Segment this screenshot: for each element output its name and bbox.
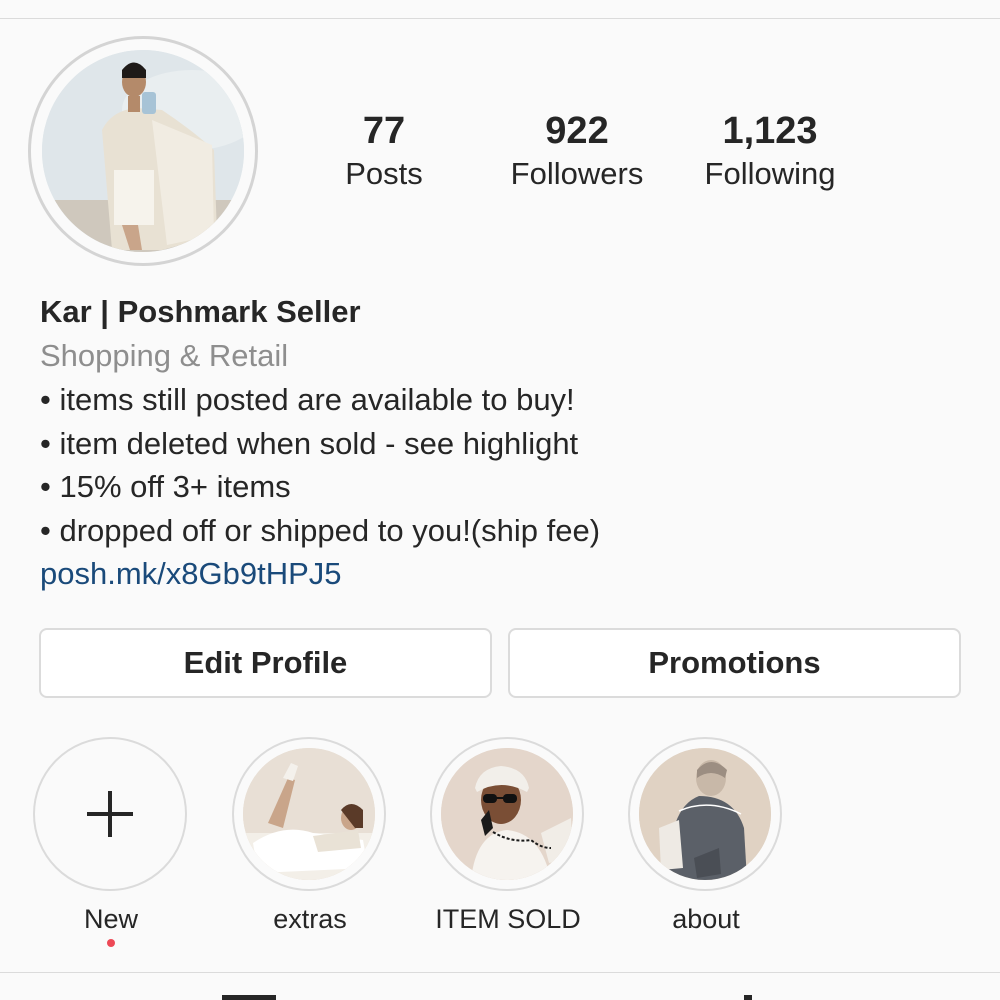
profile-bio: Kar | Poshmark Seller Shopping & Retail … bbox=[40, 290, 980, 596]
highlight-about[interactable]: about bbox=[628, 737, 784, 937]
highlight-label: extras bbox=[273, 904, 347, 934]
new-notification-dot bbox=[107, 939, 115, 947]
posts-count: 77 bbox=[362, 110, 406, 152]
bio-line: • dropped off or shipped to you!(ship fe… bbox=[40, 512, 601, 548]
highlight-label: about bbox=[672, 904, 740, 934]
profile-name: Kar | Poshmark Seller bbox=[40, 294, 361, 329]
woman-lounging-icon bbox=[243, 748, 375, 880]
highlight-item-sold[interactable]: ITEM SOLD bbox=[430, 737, 586, 937]
promotions-button[interactable]: Promotions bbox=[508, 628, 961, 698]
highlight-item-sold-image bbox=[441, 748, 573, 880]
edit-profile-button[interactable]: Edit Profile bbox=[39, 628, 492, 698]
bio-line: • items still posted are available to bu… bbox=[40, 382, 575, 417]
woman-in-jacket-icon bbox=[639, 748, 771, 880]
grid-tab-icon[interactable] bbox=[222, 995, 276, 1000]
posts-label: Posts bbox=[345, 156, 423, 191]
highlight-about-image bbox=[639, 748, 771, 880]
top-divider bbox=[0, 18, 1000, 19]
bio-line: • 15% off 3+ items bbox=[40, 469, 291, 504]
highlight-about-ring bbox=[628, 737, 782, 891]
profile-avatar[interactable] bbox=[28, 36, 258, 266]
highlight-label: ITEM SOLD bbox=[435, 904, 581, 934]
highlight-extras[interactable]: extras bbox=[232, 737, 388, 937]
followers-stat[interactable]: 922 Followers bbox=[487, 108, 667, 194]
profile-category: Shopping & Retail bbox=[40, 338, 289, 373]
followers-count: 922 bbox=[545, 110, 609, 152]
avatar-illustration-icon bbox=[42, 50, 244, 252]
highlight-new-ring bbox=[33, 737, 187, 891]
tab-divider bbox=[0, 972, 1000, 973]
following-stat[interactable]: 1,123 Following bbox=[680, 108, 860, 194]
highlight-extras-ring bbox=[232, 737, 386, 891]
plus-icon bbox=[87, 791, 133, 837]
profile-page: 77 Posts 922 Followers 1,123 Following K… bbox=[0, 0, 1000, 1000]
posts-stat[interactable]: 77 Posts bbox=[294, 108, 474, 194]
following-label: Following bbox=[704, 156, 836, 191]
avatar-image bbox=[42, 50, 244, 252]
highlight-item-sold-ring bbox=[430, 737, 584, 891]
tagged-tab-icon[interactable] bbox=[744, 995, 752, 1000]
bio-line: • item deleted when sold - see highlight bbox=[40, 425, 579, 461]
woman-on-phone-icon bbox=[441, 748, 573, 880]
profile-link[interactable]: posh.mk/x8Gb9tHPJ5 bbox=[40, 552, 980, 596]
highlight-label: New bbox=[83, 904, 138, 934]
highlight-extras-image bbox=[243, 748, 375, 880]
highlight-new[interactable]: New bbox=[33, 737, 189, 937]
followers-label: Followers bbox=[510, 156, 644, 191]
following-count: 1,123 bbox=[722, 110, 818, 152]
